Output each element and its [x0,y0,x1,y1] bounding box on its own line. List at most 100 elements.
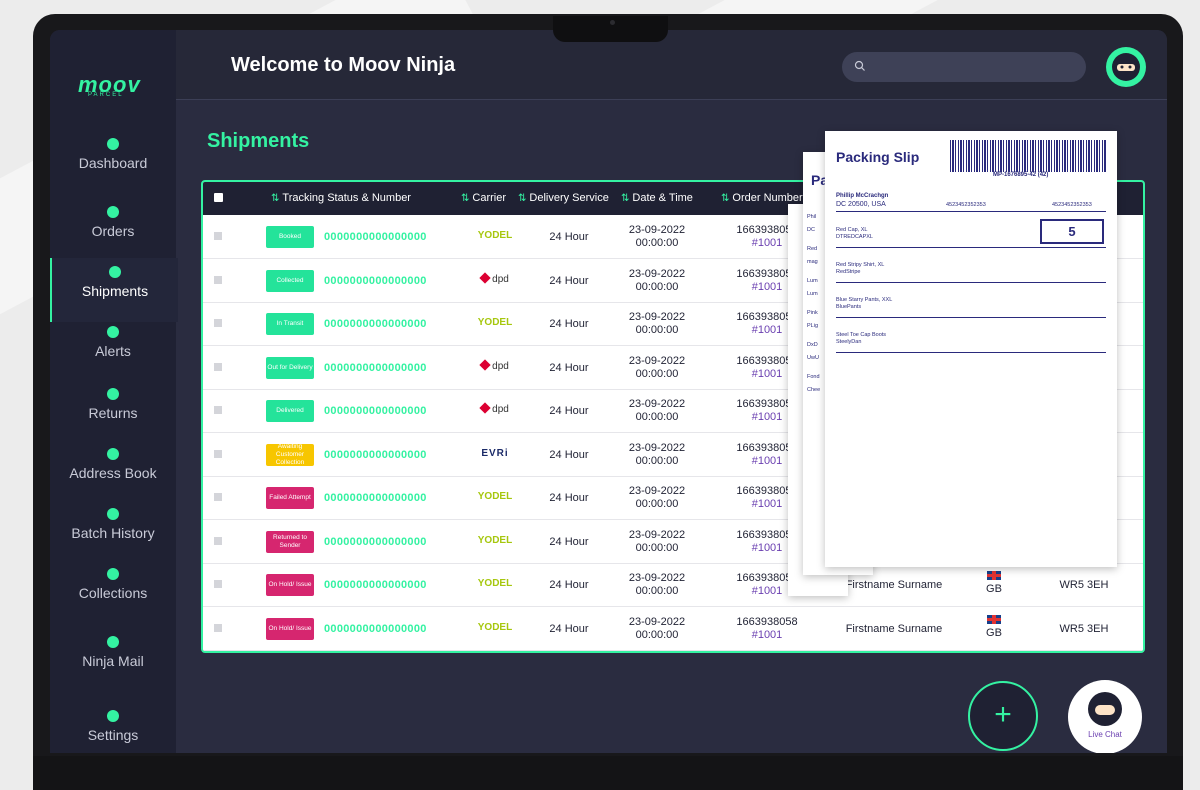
slip-title: Packing Slip [836,149,920,165]
date: 23-09-2022 [628,528,686,541]
postcode: WR5 3EH [1059,579,1109,591]
time: 00:00:00 [635,541,679,554]
country-code: GB [986,583,1002,595]
slip-divider [836,352,1106,353]
tracking-number[interactable]: 0000000000000000 [324,449,427,461]
row-checkbox[interactable] [214,319,222,327]
sidebar-item-label: Settings [87,727,139,743]
tracking-number[interactable]: 0000000000000000 [324,275,427,287]
slip-behind-text: mag [807,259,818,265]
date: 23-09-2022 [628,224,686,236]
delivery-service: 24 Hour [549,318,589,330]
sidebar-item-label: Dashboard [78,155,148,171]
row-checkbox[interactable] [214,493,222,501]
carrier-logo: YODEL [477,317,513,328]
status-badge: Failed Attempt [266,487,314,509]
row-checkbox[interactable] [214,536,222,545]
tracking-number[interactable]: 0000000000000000 [324,536,427,548]
add-shipment-button[interactable]: + [968,681,1038,751]
row-checkbox[interactable] [214,406,222,414]
col-tracking[interactable]: ⇅ Tracking Status & Number [271,192,411,204]
delivery-service: 24 Hour [549,231,589,243]
tracking-number[interactable]: 0000000000000000 [324,231,427,243]
slip-item-sku: BluePants [836,304,862,310]
col-order[interactable]: ⇅ Order Number [721,192,803,204]
date-time: 23-09-2022 00:00:00 [617,529,697,555]
status-badge: On Hold/ Issue [266,574,314,596]
ninja-chat-icon [1088,692,1122,726]
shuriken-icon [105,708,121,724]
status-badge: Delivered [266,400,314,422]
select-all-checkbox[interactable] [214,193,223,202]
slip-item-name: Blue Starry Pants, XXL [836,297,893,303]
barcode-number: MP-1676895-42 (42) [993,172,1049,178]
col-service[interactable]: ⇅ Delivery Service [518,192,609,204]
sidebar-item-collections[interactable]: Collections [50,560,176,624]
row-checkbox[interactable] [214,232,222,240]
delivery-service: 24 Hour [549,535,589,548]
status-badge: Booked [266,226,314,248]
sidebar-item-returns[interactable]: Returns [50,380,176,444]
date-time: 23-09-2022 00:00:00 [617,268,697,294]
col-carrier[interactable]: ⇅ Carrier [461,192,506,204]
table-row[interactable]: On Hold/ Issue 0000000000000000 YODEL 24 Ho… [203,607,1143,651]
slip-item-name: Red Cap, XL [836,227,868,233]
row-checkbox[interactable] [214,580,222,588]
postcode: WR5 3EH [1059,622,1109,635]
country: GB [979,571,1009,595]
date-time: 23-09-2022 00:00:00 [617,572,697,598]
date: 23-09-2022 [628,311,686,323]
sidebar-item-orders[interactable]: Orders [50,198,176,262]
date-time: 23-09-2022 00:00:00 [617,485,697,511]
carrier-logo: YODEL [477,534,513,546]
time: 00:00:00 [635,585,679,597]
sort-icon: ⇅ [621,193,630,204]
status-badge: In Transit [266,313,314,335]
row-checkbox[interactable] [214,623,222,632]
search-input[interactable] [842,52,1086,82]
sidebar-item-label: Alerts [95,343,131,359]
ninja-avatar-icon [1112,53,1140,81]
slip-divider [836,282,1106,283]
row-checkbox[interactable] [214,275,222,284]
col-order-label: Order Number [732,192,803,204]
sort-icon: ⇅ [461,193,470,204]
table-row[interactable]: On Hold/ Issue 0000000000000000 YODEL 24 Ho… [203,563,1143,607]
tracking-number[interactable]: 0000000000000000 [324,318,427,330]
welcome-title: Welcome to Moov Ninja [231,54,456,76]
sidebar-item-batch-history[interactable]: Batch History [50,500,176,564]
tracking-number[interactable]: 0000000000000000 [324,492,427,504]
tracking-number[interactable]: 0000000000000000 [324,623,427,635]
row-checkbox[interactable] [214,362,222,371]
slip-ref-1: 4523452352353 [946,202,986,208]
sidebar-item-address-book[interactable]: Address Book [50,440,176,504]
user-avatar[interactable] [1106,47,1146,87]
time: 00:00:00 [635,454,679,467]
sidebar-item-settings[interactable]: Settings [50,702,176,753]
dpd-cube-icon [479,402,491,414]
live-chat-button[interactable]: Live Chat [1068,680,1142,753]
sidebar-item-shipments[interactable]: Shipments [50,258,178,322]
sidebar-item-ninja-mail[interactable]: Ninja Mail [50,628,176,692]
order-number[interactable]: 1663938058 #1001 [725,616,809,642]
packing-slip[interactable]: Packing Slip MP-1676895-42 (42) Phillip … [825,131,1117,567]
date-time: 23-09-2022 00:00:00 [617,355,697,381]
tracking-number[interactable]: 0000000000000000 [324,579,427,591]
slip-behind-text: DC [807,227,815,233]
slip-divider [836,211,1106,212]
sidebar-item-dashboard[interactable]: Dashboard [50,130,176,194]
laptop-chin [33,756,1183,790]
sort-icon: ⇅ [721,193,730,204]
page-title: Shipments [207,130,310,152]
carrier-logo: dpd [465,271,525,285]
country: GB [979,614,1009,639]
row-checkbox[interactable] [214,449,222,458]
mail-icon [105,634,121,650]
truck-icon [105,566,121,582]
quantity-box: 5 [1040,219,1104,244]
col-datetime[interactable]: ⇅ Date & Time [621,192,693,204]
time: 00:00:00 [635,237,679,249]
tracking-number[interactable]: 0000000000000000 [324,405,427,417]
tracking-number[interactable]: 0000000000000000 [324,362,427,374]
sidebar-item-alerts[interactable]: Alerts [50,318,176,382]
